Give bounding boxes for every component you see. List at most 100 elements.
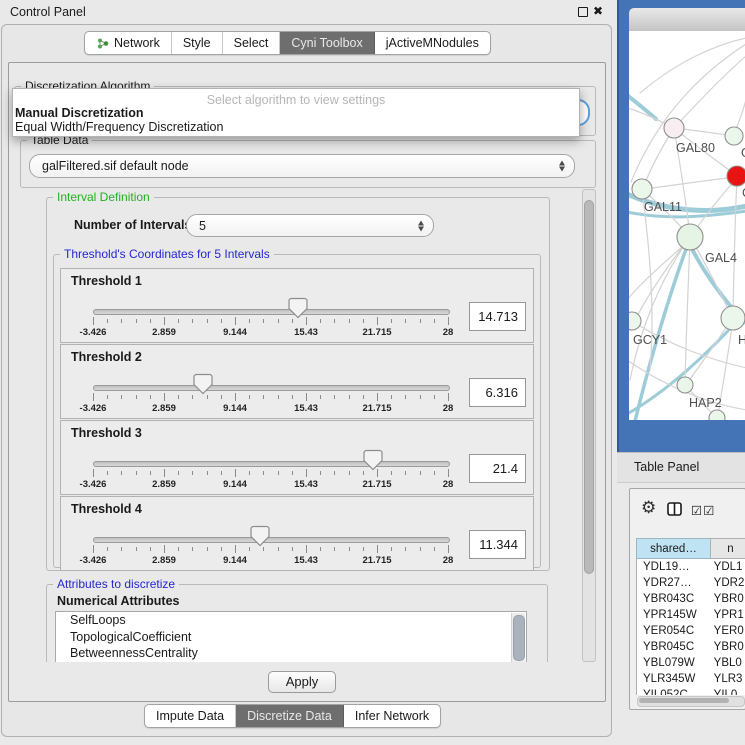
thresholds-group: Threshold's Coordinates for 5 Intervals … (53, 254, 541, 568)
tab-select[interactable]: Select (223, 32, 281, 54)
table-row[interactable]: YBR043CYBR0 (637, 591, 745, 607)
slider-thumb[interactable] (363, 449, 383, 471)
tick-mark (207, 319, 208, 323)
threshold-value-field[interactable]: 21.4 (469, 454, 526, 483)
tick-label: 2.859 (152, 479, 176, 490)
tab-label: jActiveMNodules (386, 36, 479, 50)
gear-icon[interactable]: ⚙ (641, 498, 656, 518)
network-node-c[interactable] (727, 166, 745, 186)
tick-mark (448, 393, 449, 401)
tick-mark (136, 395, 137, 399)
tab-cyni-toolbox[interactable]: Cyni Toolbox (280, 32, 374, 54)
table-row[interactable]: YPR145WYPR1 (637, 607, 745, 623)
dropdown-option-manual-discretization[interactable]: Manual Discretization (15, 106, 144, 120)
table-cell: YLR345W (637, 671, 708, 687)
tab-label: Impute Data (156, 709, 224, 723)
slider-thumb[interactable] (250, 525, 270, 547)
settings-scrollbar-thumb[interactable] (584, 200, 594, 574)
tab-style[interactable]: Style (172, 32, 223, 54)
attribute-list-item[interactable]: TopologicalCoefficient (56, 629, 526, 646)
apply-button[interactable]: Apply (268, 671, 336, 693)
network-node[interactable] (709, 410, 725, 420)
network-node-gal80[interactable] (664, 118, 684, 138)
table-data-combobox[interactable]: galFiltered.sif default node (29, 154, 575, 178)
tab-impute-data[interactable]: Impute Data (145, 705, 236, 727)
tick-mark (164, 469, 165, 477)
table-horizontal-scrollbar[interactable] (637, 696, 745, 707)
float-icon[interactable] (578, 7, 588, 17)
tick-mark (263, 319, 264, 323)
table-cell: YBR0 (708, 591, 745, 607)
tick-mark (192, 547, 193, 551)
slider-thumb[interactable] (193, 373, 213, 395)
network-node-g[interactable] (725, 127, 743, 145)
tick-label: -3.426 (80, 555, 107, 566)
slider-track[interactable] (93, 537, 450, 543)
network-node-gal4[interactable] (677, 224, 703, 250)
number-of-intervals-label: Number of Intervals (74, 218, 191, 232)
columns-icon[interactable] (667, 502, 682, 516)
threshold-value-field[interactable]: 11.344 (469, 530, 526, 559)
network-node-hap2[interactable] (677, 377, 693, 393)
settings-vertical-scrollbar[interactable] (582, 189, 596, 662)
tab-infer-network[interactable]: Infer Network (344, 705, 440, 727)
tick-mark (178, 319, 179, 323)
slider-track[interactable] (93, 309, 450, 315)
network-node-h[interactable] (721, 306, 745, 330)
attribute-list-item[interactable]: BetweennessCentrality (56, 645, 526, 662)
network-window-titlebar[interactable] (629, 8, 745, 32)
tick-mark (391, 319, 392, 323)
table-data-combobox-value: galFiltered.sif default node (42, 159, 189, 173)
table-row[interactable]: YDL19…YDL1 (637, 559, 745, 575)
tick-mark (93, 317, 94, 325)
slider-track[interactable] (93, 385, 450, 391)
dropdown-option-equal-width-frequency[interactable]: Equal Width/Frequency Discretization (15, 120, 223, 134)
control-panel-title: Control Panel (10, 5, 86, 19)
tick-mark (121, 547, 122, 551)
numerical-attributes-list[interactable]: SelfLoopsTopologicalCoefficientBetweenne… (55, 611, 527, 662)
network-node-gal11[interactable] (632, 179, 652, 199)
slider-track[interactable] (93, 461, 450, 467)
table-scrollbar-thumb[interactable] (639, 698, 729, 703)
tab-network[interactable]: Network (85, 32, 172, 54)
attributes-list-scrollbar[interactable] (511, 613, 525, 662)
table-row[interactable]: YIL052CYIL0 (637, 687, 745, 695)
network-node-label: GAL11 (644, 200, 682, 214)
tick-mark (405, 547, 406, 551)
threshold-label: Threshold 2 (71, 350, 142, 364)
column-header-n[interactable]: n (710, 538, 745, 559)
tick-mark (334, 471, 335, 475)
table-row[interactable]: YLR345WYLR3 (637, 671, 745, 687)
tab-discretize-data[interactable]: Discretize Data (236, 705, 344, 727)
threshold-value-field[interactable]: 6.316 (469, 378, 526, 407)
network-node-label: GCY1 (633, 333, 667, 347)
table-cell: YIL052C (637, 687, 708, 695)
threshold-panel: Threshold 3-3.4262.8599.14415.4321.71528… (60, 420, 534, 495)
tick-mark (136, 547, 137, 551)
threshold-value-field[interactable]: 14.713 (469, 302, 526, 331)
column-header-shared-[interactable]: shared… (636, 538, 710, 559)
table-row[interactable]: YDR27…YDR2 (637, 575, 745, 591)
network-node-gcy1[interactable] (629, 312, 641, 330)
slider-thumb[interactable] (288, 297, 308, 319)
table-row[interactable]: YBR045CYBR0 (637, 639, 745, 655)
close-icon[interactable]: ✖ (593, 4, 603, 18)
tick-label: 28 (443, 327, 454, 338)
tick-mark (150, 319, 151, 323)
attributes-group-title: Attributes to discretize (53, 577, 179, 591)
number-of-intervals-combobox[interactable]: 5 (186, 214, 434, 237)
table-data-group: Table Data galFiltered.sif default node (20, 140, 596, 188)
table-cell: YER054C (637, 623, 708, 639)
attributes-list-scrollbar-thumb[interactable] (513, 615, 525, 661)
combobox-stepper-icon (417, 219, 426, 232)
network-view-canvas[interactable]: GAL80GCGAL11GAL4GCY1HHAP2 (629, 31, 745, 420)
attribute-list-item[interactable]: SelfLoops (56, 612, 526, 629)
table-row[interactable]: YBL079WYBL0 (637, 655, 745, 671)
tab-jactivemnodules[interactable]: jActiveMNodules (375, 32, 490, 54)
tick-mark (278, 319, 279, 323)
tick-mark (107, 471, 108, 475)
table-row[interactable]: YER054CYER0 (637, 623, 745, 639)
select-checkboxes-icon[interactable]: ☑☑ (691, 503, 715, 518)
tick-mark (320, 547, 321, 551)
threshold-label: Threshold 4 (71, 502, 142, 516)
